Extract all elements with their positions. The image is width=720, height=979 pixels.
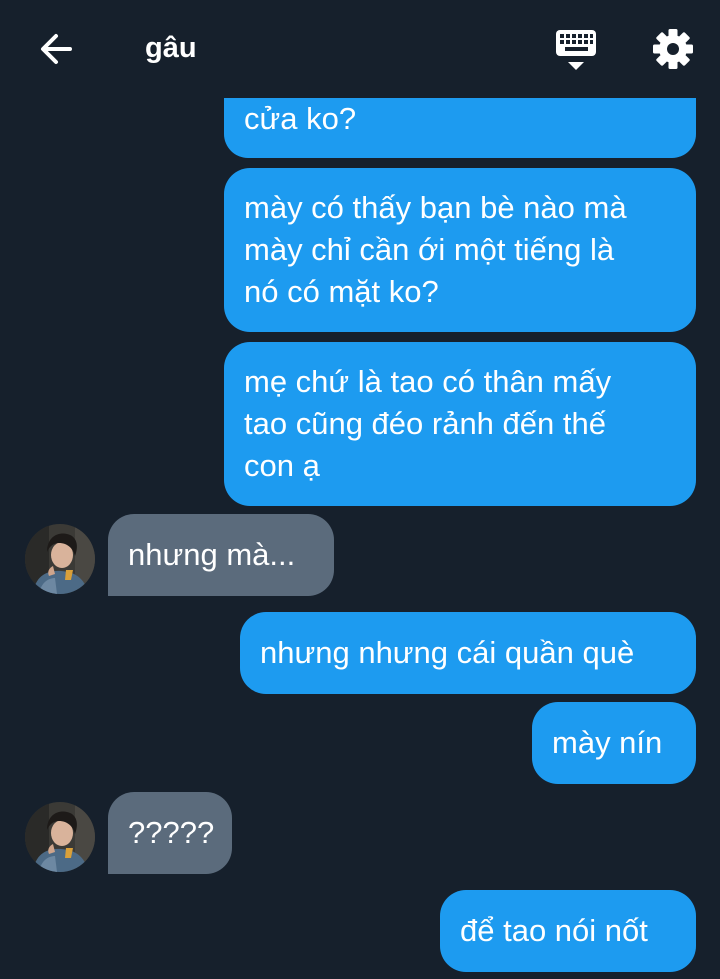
- message-line: mẹ chứ là tao có thân mấy: [244, 364, 612, 399]
- contact-avatar[interactable]: [25, 524, 95, 594]
- message-bubble-outgoing[interactable]: mày nín: [532, 702, 696, 784]
- arrow-left-icon: [41, 34, 72, 64]
- message-bubble-outgoing[interactable]: mẹ chứ là tao có thân mấy tao cũng đéo r…: [224, 342, 696, 506]
- message-line: nó có mặt ko?: [244, 274, 439, 309]
- back-button[interactable]: [30, 26, 82, 72]
- message-line: mày nín: [552, 725, 663, 760]
- message-line: tao cũng đéo rảnh đến thế: [244, 406, 606, 441]
- message-line: cửa ko?: [244, 101, 357, 136]
- message-line: ?????: [128, 815, 215, 850]
- keyboard-icon: [556, 30, 596, 70]
- profile-photo-image: [25, 524, 95, 594]
- message-bubble-outgoing[interactable]: mày có thấy bạn bè nào mà mày chỉ cần ới…: [224, 168, 696, 332]
- profile-photo-image: [25, 802, 95, 872]
- message-bubble-incoming[interactable]: ?????: [108, 792, 232, 874]
- message-line: nhưng mà...: [128, 537, 296, 572]
- settings-button[interactable]: [646, 22, 700, 76]
- message-line: mày chỉ cần ới một tiếng là: [244, 232, 615, 267]
- chat-header: gâu: [0, 0, 720, 98]
- message-line: con ạ: [244, 448, 320, 483]
- message-bubble-outgoing[interactable]: cửa ko?: [224, 98, 696, 158]
- contact-avatar[interactable]: [25, 802, 95, 872]
- gear-icon: [653, 29, 693, 69]
- message-bubble-incoming[interactable]: nhưng mà...: [108, 514, 334, 596]
- keyboard-button[interactable]: [550, 24, 604, 76]
- message-bubble-outgoing[interactable]: nhưng nhưng cái quần què: [240, 612, 696, 694]
- message-list[interactable]: cửa ko? mày có thấy bạn bè nào mà mày ch…: [0, 98, 720, 979]
- message-line: để tao nói nốt: [460, 913, 648, 948]
- message-bubble-outgoing[interactable]: để tao nói nốt: [440, 890, 696, 972]
- message-line: nhưng nhưng cái quần què: [260, 635, 635, 670]
- message-line: mày có thấy bạn bè nào mà: [244, 190, 627, 225]
- conversation-title: gâu: [145, 32, 197, 64]
